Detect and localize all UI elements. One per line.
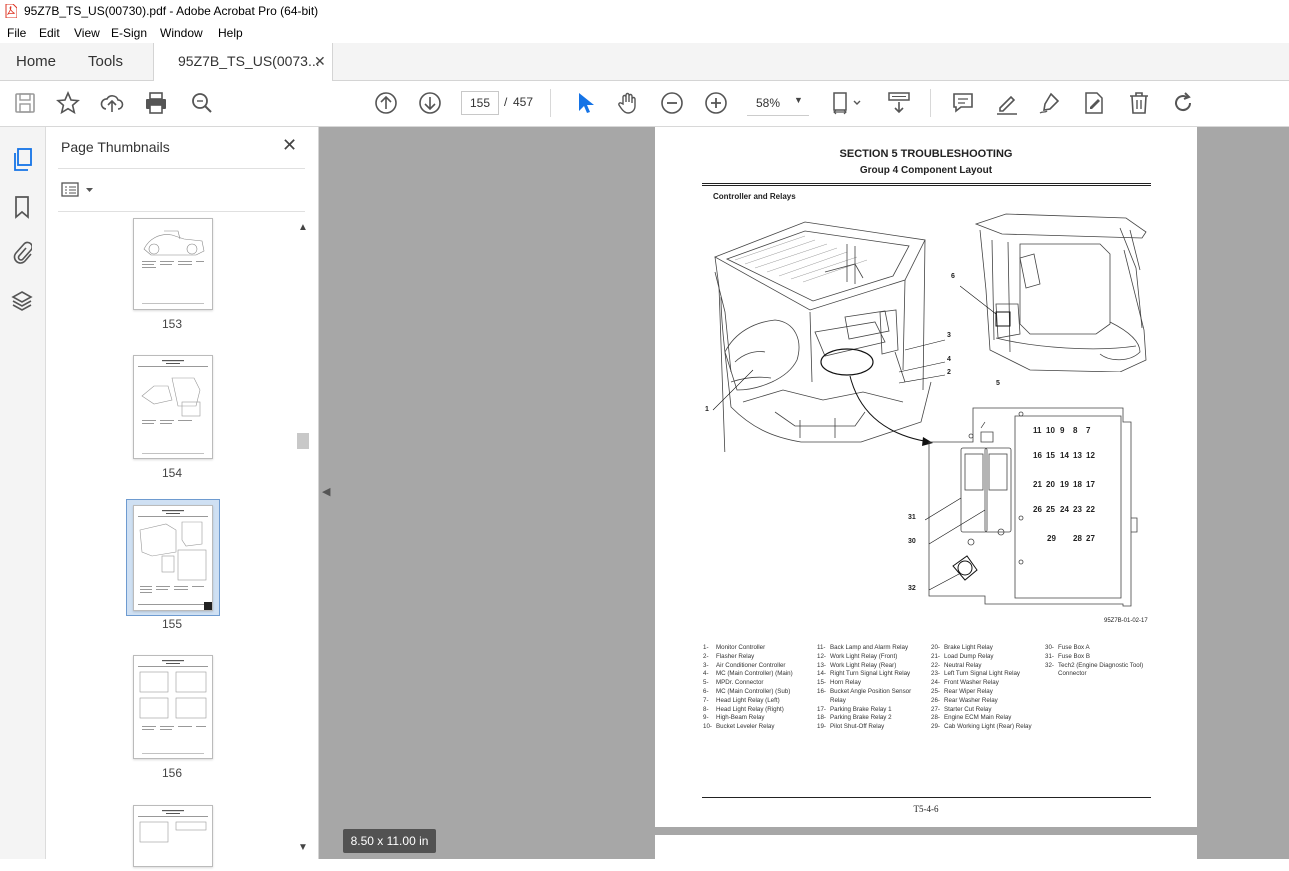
thumbnail-label: 153 bbox=[161, 317, 183, 331]
figure-subtitle: Controller and Relays bbox=[713, 192, 796, 201]
callout-1: 1 bbox=[705, 406, 709, 413]
chevron-down-icon: ▼ bbox=[794, 95, 803, 105]
menu-esign[interactable]: E-Sign bbox=[111, 26, 147, 40]
collapse-panel-icon[interactable]: ◀ bbox=[322, 485, 330, 498]
tab-document[interactable]: 95Z7B_TS_US(0073... ✕ bbox=[153, 43, 333, 81]
callout-6: 6 bbox=[951, 273, 955, 280]
heading-rule bbox=[702, 183, 1151, 184]
total-pages: 457 bbox=[513, 95, 534, 109]
sign-pen-icon[interactable] bbox=[1037, 90, 1063, 116]
thumbnail-label: 155 bbox=[161, 617, 183, 631]
zoom-level-select[interactable]: 58% ▼ bbox=[747, 91, 809, 116]
zoom-out-icon[interactable] bbox=[659, 90, 685, 116]
save-icon[interactable] bbox=[12, 90, 38, 116]
tab-document-label: 95Z7B_TS_US(0073... bbox=[178, 53, 320, 69]
bookmark-star-icon[interactable] bbox=[55, 90, 81, 116]
redo-rotate-icon[interactable] bbox=[1170, 90, 1196, 116]
page-fit-icon[interactable] bbox=[830, 90, 864, 116]
comment-icon[interactable] bbox=[950, 90, 976, 116]
highlight-pen-icon[interactable] bbox=[994, 90, 1020, 116]
thumbnail-page-153[interactable] bbox=[133, 218, 213, 310]
thumbnail-page-157[interactable] bbox=[133, 805, 213, 867]
close-tab-icon[interactable]: ✕ bbox=[314, 43, 326, 80]
window-title: 95Z7B_TS_US(00730).pdf - Adobe Acrobat P… bbox=[24, 4, 319, 18]
tab-home[interactable]: Home bbox=[16, 43, 56, 80]
thumbnail-page-156[interactable] bbox=[133, 655, 213, 759]
thumbnail-scrollbar[interactable]: ▲ ▼ bbox=[296, 222, 310, 854]
tab-bar: Home Tools 95Z7B_TS_US(0073... ✕ bbox=[0, 43, 1289, 81]
page-footer: T5-4-6 bbox=[913, 804, 939, 814]
legend-column-4: 30- Fuse Box A 31- Fuse Box B 32- Tech2 (En… bbox=[1045, 644, 1144, 678]
footer-rule bbox=[702, 797, 1151, 798]
menu-file[interactable]: File bbox=[7, 26, 26, 40]
zoom-search-icon[interactable] bbox=[189, 90, 215, 116]
close-panel-icon[interactable]: ✕ bbox=[282, 135, 297, 156]
page-number-input[interactable]: 155 bbox=[461, 91, 499, 115]
callout-5: 5 bbox=[996, 380, 1000, 387]
callout-30: 30 bbox=[908, 538, 916, 545]
next-page-icon[interactable] bbox=[417, 90, 443, 116]
tab-tools[interactable]: Tools bbox=[88, 43, 123, 80]
thumbnail-options-menu[interactable] bbox=[61, 181, 97, 199]
heading-rule bbox=[702, 185, 1151, 186]
callout-3: 3 bbox=[947, 332, 951, 339]
cab-illustration bbox=[712, 221, 946, 452]
upload-cloud-icon[interactable] bbox=[99, 90, 125, 116]
callout-2: 2 bbox=[947, 369, 951, 376]
left-navigation-rail bbox=[0, 127, 46, 859]
trash-icon[interactable] bbox=[1126, 90, 1152, 116]
callout-32: 32 bbox=[908, 585, 916, 592]
menu-view[interactable]: View bbox=[74, 26, 100, 40]
scrolling-mode-icon[interactable] bbox=[886, 90, 912, 116]
figure-id: 95Z7B-01-02-17 bbox=[1104, 618, 1148, 624]
scrollbar-thumb[interactable] bbox=[297, 433, 309, 449]
legend-column-1: 1- Monitor Controller 2- Flasher Relay 3- A… bbox=[703, 644, 793, 731]
thumbnail-page-155[interactable] bbox=[133, 505, 213, 611]
bookmarks-icon[interactable] bbox=[13, 195, 31, 224]
pdf-page: SECTION 5 TROUBLESHOOTING Group 4 Compon… bbox=[655, 127, 1197, 827]
menu-bar: File Edit View E-Sign Window Help bbox=[0, 23, 1289, 43]
edit-pdf-icon[interactable] bbox=[1081, 90, 1107, 116]
zoom-in-icon[interactable] bbox=[703, 90, 729, 116]
thumbnail-label: 154 bbox=[161, 466, 183, 480]
zoom-level-value: 58% bbox=[756, 96, 781, 110]
scroll-up-icon[interactable]: ▲ bbox=[298, 222, 308, 233]
main-toolbar: 155 / 457 58% ▼ bbox=[0, 81, 1289, 127]
legend-column-3: 20- Brake Light Relay 21- Load Dump Relay … bbox=[931, 644, 1032, 731]
callout-4: 4 bbox=[947, 356, 951, 363]
panel-title: Page Thumbnails bbox=[61, 139, 170, 155]
thumbnail-page-154[interactable] bbox=[133, 355, 213, 459]
menu-help[interactable]: Help bbox=[218, 26, 243, 40]
title-bar: 95Z7B_TS_US(00730).pdf - Adobe Acrobat P… bbox=[0, 0, 1289, 23]
group-heading: Group 4 Component Layout bbox=[859, 165, 993, 176]
page-size-indicator: 8.50 x 11.00 in bbox=[343, 829, 436, 853]
attachments-paperclip-icon[interactable] bbox=[12, 241, 33, 270]
page-separator: / bbox=[504, 95, 508, 109]
select-cursor-icon[interactable] bbox=[571, 90, 597, 116]
callout-31: 31 bbox=[908, 514, 916, 521]
print-icon[interactable] bbox=[143, 90, 169, 116]
page-thumbnails-icon[interactable] bbox=[10, 147, 34, 178]
acrobat-pdf-icon bbox=[5, 4, 17, 18]
next-pdf-page bbox=[655, 835, 1197, 865]
section-heading: SECTION 5 TROUBLESHOOTING bbox=[839, 148, 1013, 160]
legend-column-2: 11- Back Lamp and Alarm Relay 12- Work Lig… bbox=[817, 644, 912, 731]
hand-tool-icon[interactable] bbox=[615, 90, 641, 116]
menu-edit[interactable]: Edit bbox=[39, 26, 60, 40]
rear-cab-illustration bbox=[960, 213, 1147, 372]
thumbnail-label: 156 bbox=[161, 766, 183, 780]
layers-icon[interactable] bbox=[11, 289, 33, 318]
page-thumbnails-panel: Page Thumbnails ✕ 153 154 155 156 ▲ ▼ bbox=[46, 127, 319, 867]
previous-page-icon[interactable] bbox=[373, 90, 399, 116]
scroll-down-icon[interactable]: ▼ bbox=[298, 842, 308, 853]
menu-window[interactable]: Window bbox=[160, 26, 203, 40]
